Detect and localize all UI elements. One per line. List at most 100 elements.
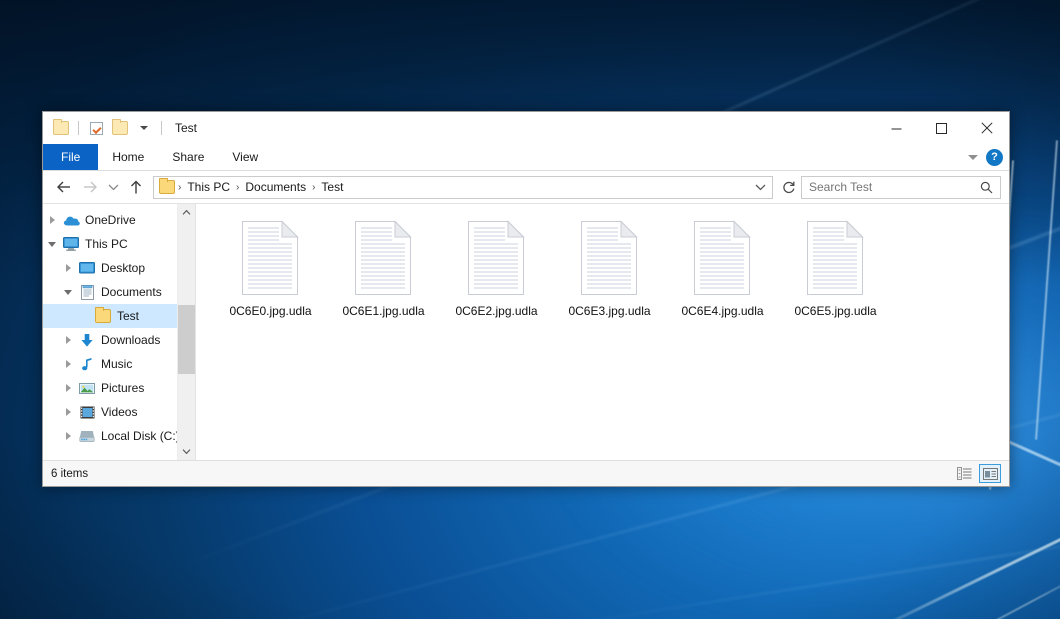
expand-chevron-icon[interactable] — [43, 216, 61, 224]
file-name: 0C6E0.jpg.udla — [229, 304, 311, 318]
sidebar-item-label: Downloads — [97, 333, 160, 347]
window-controls — [874, 112, 1009, 144]
generic-document-icon — [354, 220, 414, 296]
sidebar-item-label: Test — [113, 309, 139, 323]
ribbon-right-controls: ? — [968, 144, 1003, 170]
expand-chevron-icon[interactable] — [59, 336, 77, 344]
search-icon[interactable] — [980, 181, 1000, 194]
new-folder-icon[interactable] — [110, 118, 130, 138]
onedrive-icon — [61, 214, 81, 227]
scrollbar-thumb[interactable] — [178, 305, 195, 374]
forward-button[interactable] — [77, 174, 103, 200]
videos-icon — [77, 406, 97, 419]
minimize-button[interactable] — [874, 112, 919, 144]
generic-document-icon — [693, 220, 753, 296]
ribbon-tab-bar: File Home Share View ? — [43, 144, 1009, 171]
file-name: 0C6E2.jpg.udla — [455, 304, 537, 318]
maximize-button[interactable] — [919, 112, 964, 144]
toolbar-divider — [161, 121, 162, 135]
generic-document-icon — [580, 220, 640, 296]
sidebar-item-this-pc[interactable]: This PC — [43, 232, 195, 256]
sidebar-item-desktop[interactable]: Desktop — [43, 256, 195, 280]
file-list-pane[interactable]: 0C6E0.jpg.udla — [195, 204, 1009, 460]
title-bar: Test — [43, 112, 1009, 144]
list-item[interactable]: 0C6E2.jpg.udla — [440, 216, 553, 318]
navigation-scrollbar[interactable] — [177, 204, 195, 460]
sidebar-item-label: Desktop — [97, 261, 145, 275]
properties-icon[interactable] — [86, 118, 106, 138]
breadcrumb-folder-icon — [159, 180, 175, 194]
scrollbar-track[interactable] — [178, 221, 195, 443]
generic-document-icon — [467, 220, 527, 296]
up-button[interactable] — [123, 174, 149, 200]
navigation-tree: OneDrive This PC — [43, 204, 195, 460]
documents-icon — [77, 285, 97, 300]
tab-file[interactable]: File — [43, 144, 98, 170]
window-body: OneDrive This PC — [43, 203, 1009, 460]
expand-chevron-icon[interactable] — [59, 264, 77, 272]
folder-icon — [93, 309, 113, 323]
tab-home[interactable]: Home — [98, 144, 158, 170]
scroll-down-icon[interactable] — [178, 443, 195, 460]
search-box[interactable]: Search Test — [801, 176, 1001, 199]
file-name: 0C6E3.jpg.udla — [568, 304, 650, 318]
list-item[interactable]: 0C6E3.jpg.udla — [553, 216, 666, 318]
list-item[interactable]: 0C6E5.jpg.udla — [779, 216, 892, 318]
sidebar-item-documents[interactable]: Documents — [43, 280, 195, 304]
sidebar-item-label: Videos — [97, 405, 137, 419]
sidebar-item-videos[interactable]: Videos — [43, 400, 195, 424]
sidebar-item-local-disk[interactable]: Local Disk (C:) — [43, 424, 195, 448]
list-item[interactable]: 0C6E4.jpg.udla — [666, 216, 779, 318]
expand-chevron-icon[interactable] — [59, 408, 77, 416]
file-name: 0C6E5.jpg.udla — [794, 304, 876, 318]
breadcrumb-separator: › — [233, 182, 242, 193]
sidebar-item-music[interactable]: Music — [43, 352, 195, 376]
large-icons-view-button[interactable] — [979, 464, 1001, 483]
window-title: Test — [175, 121, 197, 135]
collapse-chevron-icon[interactable] — [59, 290, 77, 295]
status-bar: 6 items — [43, 460, 1009, 486]
downloads-icon — [77, 333, 97, 348]
expand-chevron-icon[interactable] — [59, 360, 77, 368]
navigation-pane: OneDrive This PC — [43, 204, 195, 460]
breadcrumb-documents[interactable]: Documents — [242, 180, 309, 194]
tab-share[interactable]: Share — [158, 144, 218, 170]
list-item[interactable]: 0C6E1.jpg.udla — [327, 216, 440, 318]
list-item[interactable]: 0C6E0.jpg.udla — [214, 216, 327, 318]
chevron-down-icon[interactable] — [968, 155, 978, 160]
pictures-icon — [77, 382, 97, 395]
customize-dropdown-icon[interactable] — [134, 118, 154, 138]
desktop-icon — [77, 262, 97, 275]
search-input[interactable]: Search Test — [802, 180, 980, 194]
breadcrumb-separator: › — [175, 182, 184, 193]
breadcrumb-test[interactable]: Test — [318, 180, 346, 194]
breadcrumb-bar[interactable]: › This PC › Documents › Test — [153, 176, 773, 199]
breadcrumb-dropdown-icon[interactable] — [749, 183, 772, 191]
sidebar-item-label: Documents — [97, 285, 162, 299]
refresh-icon[interactable] — [777, 176, 801, 199]
close-button[interactable] — [964, 112, 1009, 144]
sidebar-item-label: This PC — [81, 237, 128, 251]
collapse-chevron-icon[interactable] — [43, 242, 61, 247]
desktop: Test File Home Share View ? — [0, 0, 1060, 619]
generic-document-icon — [241, 220, 301, 296]
breadcrumb-this-pc[interactable]: This PC — [184, 180, 233, 194]
scroll-up-icon[interactable] — [178, 204, 195, 221]
folder-icon[interactable] — [51, 118, 71, 138]
expand-chevron-icon[interactable] — [59, 432, 77, 440]
sidebar-item-downloads[interactable]: Downloads — [43, 328, 195, 352]
help-icon[interactable]: ? — [986, 149, 1003, 166]
sidebar-item-test[interactable]: Test — [43, 304, 195, 328]
file-name: 0C6E1.jpg.udla — [342, 304, 424, 318]
file-explorer-window: Test File Home Share View ? — [42, 111, 1010, 487]
back-button[interactable] — [51, 174, 77, 200]
file-grid: 0C6E0.jpg.udla — [196, 214, 1009, 318]
expand-chevron-icon[interactable] — [59, 384, 77, 392]
tab-view[interactable]: View — [218, 144, 272, 170]
sidebar-item-onedrive[interactable]: OneDrive — [43, 208, 195, 232]
breadcrumb-separator: › — [309, 182, 318, 193]
sidebar-item-pictures[interactable]: Pictures — [43, 376, 195, 400]
details-view-button[interactable] — [953, 464, 975, 483]
recent-locations-button[interactable] — [103, 174, 123, 200]
toolbar-divider — [78, 121, 79, 135]
